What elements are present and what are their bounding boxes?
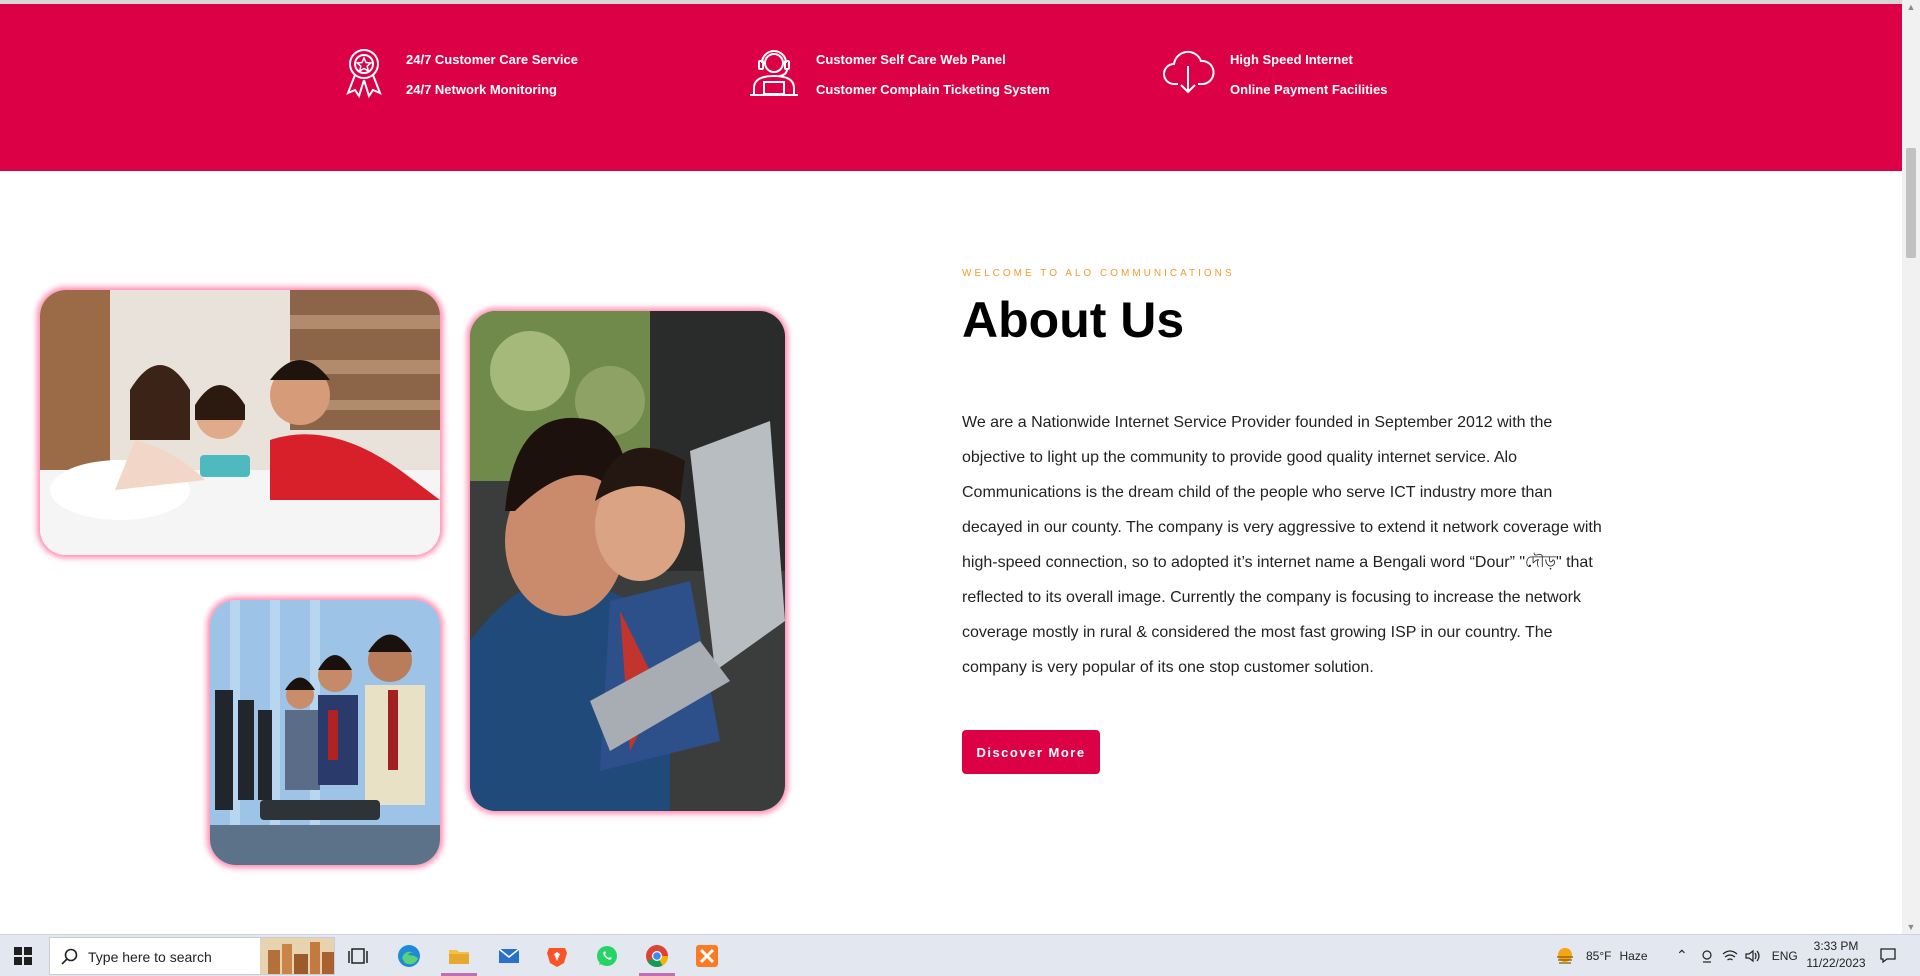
weather-temp: 85°F	[1586, 948, 1612, 963]
wifi-icon[interactable]	[1722, 949, 1738, 963]
system-tray: ⌃ ENG	[1676, 935, 1798, 976]
xampp-taskbar-button[interactable]	[684, 935, 730, 976]
feature-customer-care: 24/7 Customer Care Service 24/7 Network …	[336, 44, 578, 112]
show-hidden-icons-icon[interactable]: ⌃	[1676, 947, 1688, 964]
page-scrollbar[interactable]: ▲ ▼	[1902, 0, 1920, 934]
award-ribbon-icon	[336, 44, 392, 100]
web-page: 24/7 Customer Care Service 24/7 Network …	[0, 0, 1902, 934]
mother-daughter-laptop-photo	[470, 311, 785, 811]
whatsapp-icon	[597, 945, 617, 966]
feature-line: High Speed Internet	[1230, 52, 1353, 67]
scroll-thumb[interactable]	[1906, 148, 1916, 258]
section-eyebrow: WELCOME TO ALO COMMUNICATIONS	[962, 268, 1235, 279]
feature-line: 24/7 Network Monitoring	[406, 82, 557, 97]
about-paragraph: We are a Nationwide Internet Service Pro…	[962, 414, 1602, 676]
feature-line: Customer Self Care Web Panel	[816, 52, 1006, 67]
brave-taskbar-button[interactable]	[534, 935, 580, 976]
notifications-icon[interactable]	[1879, 946, 1897, 964]
file-explorer-taskbar-button[interactable]	[436, 935, 482, 976]
taskbar-search-box[interactable]: Type here to search	[49, 937, 335, 975]
weather-condition: Haze	[1619, 948, 1648, 963]
brave-icon	[547, 947, 567, 967]
section-title: About Us	[962, 292, 1185, 348]
clock-time: 3:33 PM	[1813, 939, 1859, 953]
weather-widget[interactable]: 85°F Haze	[1554, 935, 1648, 976]
mail-taskbar-button[interactable]	[486, 935, 532, 976]
search-icon	[61, 948, 78, 965]
support-agent-icon	[746, 44, 802, 100]
haze-sun-icon	[1557, 947, 1573, 964]
windows-logo-icon	[14, 946, 32, 965]
start-button[interactable]	[0, 935, 46, 976]
mail-icon	[498, 947, 520, 963]
edge-taskbar-button[interactable]	[386, 935, 432, 976]
feature-line: Customer Complain Ticketing System	[816, 82, 1050, 97]
discover-more-button[interactable]: Discover More	[962, 730, 1100, 774]
windows-taskbar: Type here to search 85°F Haze ⌃ ENG 3:33…	[0, 934, 1920, 976]
feature-band: 24/7 Customer Care Service 24/7 Network …	[0, 4, 1902, 171]
whatsapp-taskbar-button[interactable]	[584, 935, 630, 976]
task-view-button[interactable]	[336, 935, 382, 976]
feature-line: Online Payment Facilities	[1230, 82, 1388, 97]
language-indicator[interactable]: ENG	[1772, 949, 1798, 963]
xampp-icon	[696, 944, 718, 967]
search-placeholder: Type here to search	[88, 949, 212, 965]
scroll-up-arrow-icon[interactable]: ▲	[1902, 0, 1920, 14]
about-section: WELCOME TO ALO COMMUNICATIONS About Us W…	[962, 268, 1612, 685]
scroll-down-arrow-icon[interactable]: ▼	[1902, 920, 1920, 934]
feature-internet: High Speed Internet Online Payment Facil…	[1160, 44, 1388, 112]
feature-line: 24/7 Customer Care Service	[406, 52, 578, 67]
cloud-download-icon	[1160, 44, 1216, 100]
camera-icon[interactable]	[1700, 949, 1714, 963]
chrome-icon	[646, 944, 668, 967]
family-bed-photo	[40, 290, 440, 555]
taskbar-clock[interactable]: 3:33 PM 11/22/2023	[1800, 938, 1872, 972]
search-highlight-art	[260, 938, 334, 974]
volume-icon[interactable]	[1744, 949, 1760, 963]
clock-date: 11/22/2023	[1806, 956, 1866, 970]
task-view-icon	[348, 947, 368, 964]
edge-icon	[398, 944, 420, 967]
chrome-taskbar-button[interactable]	[634, 935, 680, 976]
feature-self-care: Customer Self Care Web Panel Customer Co…	[746, 44, 1050, 112]
call-center-photo	[210, 600, 440, 865]
file-explorer-icon	[449, 949, 469, 964]
